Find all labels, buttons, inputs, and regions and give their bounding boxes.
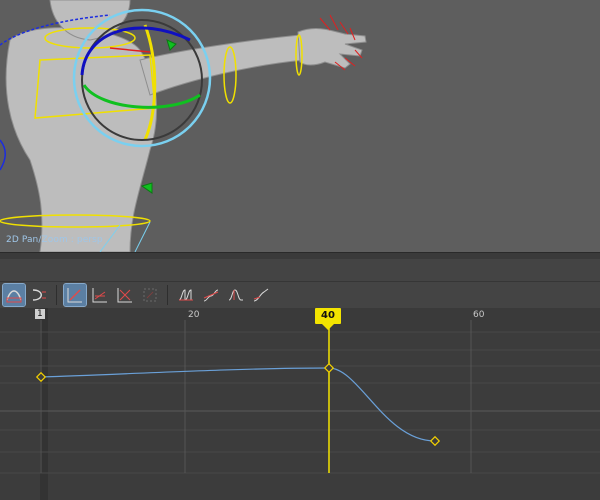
curve-key-2[interactable] — [323, 362, 335, 374]
infinity-linear-button[interactable] — [250, 284, 272, 306]
current-time-badge[interactable]: 40 — [315, 308, 341, 330]
toolbar-separator — [167, 285, 168, 305]
graph-editor-menubar — [0, 259, 600, 282]
key-select-icon — [67, 288, 82, 303]
infinity-oscillate-button[interactable] — [225, 284, 247, 306]
graph-grid — [0, 320, 600, 474]
insert-key-button[interactable] — [89, 284, 111, 306]
infinity-cycle-offset-button[interactable] — [200, 284, 222, 306]
curve-keys — [35, 362, 441, 447]
ruler-label-60: 60 — [473, 310, 485, 320]
infinity-cycle-icon — [178, 289, 193, 301]
infinity-cycle-button[interactable] — [175, 284, 197, 306]
region-button[interactable] — [139, 284, 161, 306]
viewport-hud-label: 2D Pan/Zoom : persp — [6, 235, 103, 245]
time-ruler[interactable] — [0, 308, 600, 332]
ruler-label-20: 20 — [188, 310, 200, 320]
key-select-button[interactable] — [63, 283, 87, 307]
graph-editor-canvas[interactable]: 1 20 60 40 — [0, 308, 600, 500]
graph-editor-toolbar — [0, 282, 600, 308]
pole-vector-icon — [166, 39, 177, 51]
toolbar-separator — [56, 285, 57, 305]
tangent-spline-button[interactable] — [28, 284, 50, 306]
tangent-auto-button[interactable] — [2, 283, 26, 307]
lattice-button[interactable] — [114, 284, 136, 306]
insert-key-icon — [92, 288, 107, 303]
character-arm — [139, 34, 306, 96]
infinity-oscillate-icon — [228, 289, 243, 301]
curve-key-3[interactable] — [429, 435, 441, 447]
knee-pole-icon — [140, 182, 153, 194]
region-icon — [143, 288, 157, 302]
infinity-cycle-offset-icon — [203, 289, 219, 302]
viewport-scene — [0, 0, 367, 252]
start-frame-badge: 1 — [35, 309, 45, 319]
perspective-viewport[interactable]: 2D Pan/Zoom : persp — [0, 0, 600, 252]
character-hand — [297, 28, 367, 69]
graph-curves — [0, 308, 600, 500]
tangent-spline-icon — [32, 289, 46, 301]
infinity-linear-icon — [253, 288, 269, 302]
lattice-icon — [117, 288, 132, 303]
spine-curve-low — [0, 139, 6, 171]
tangent-auto-icon — [6, 290, 22, 303]
